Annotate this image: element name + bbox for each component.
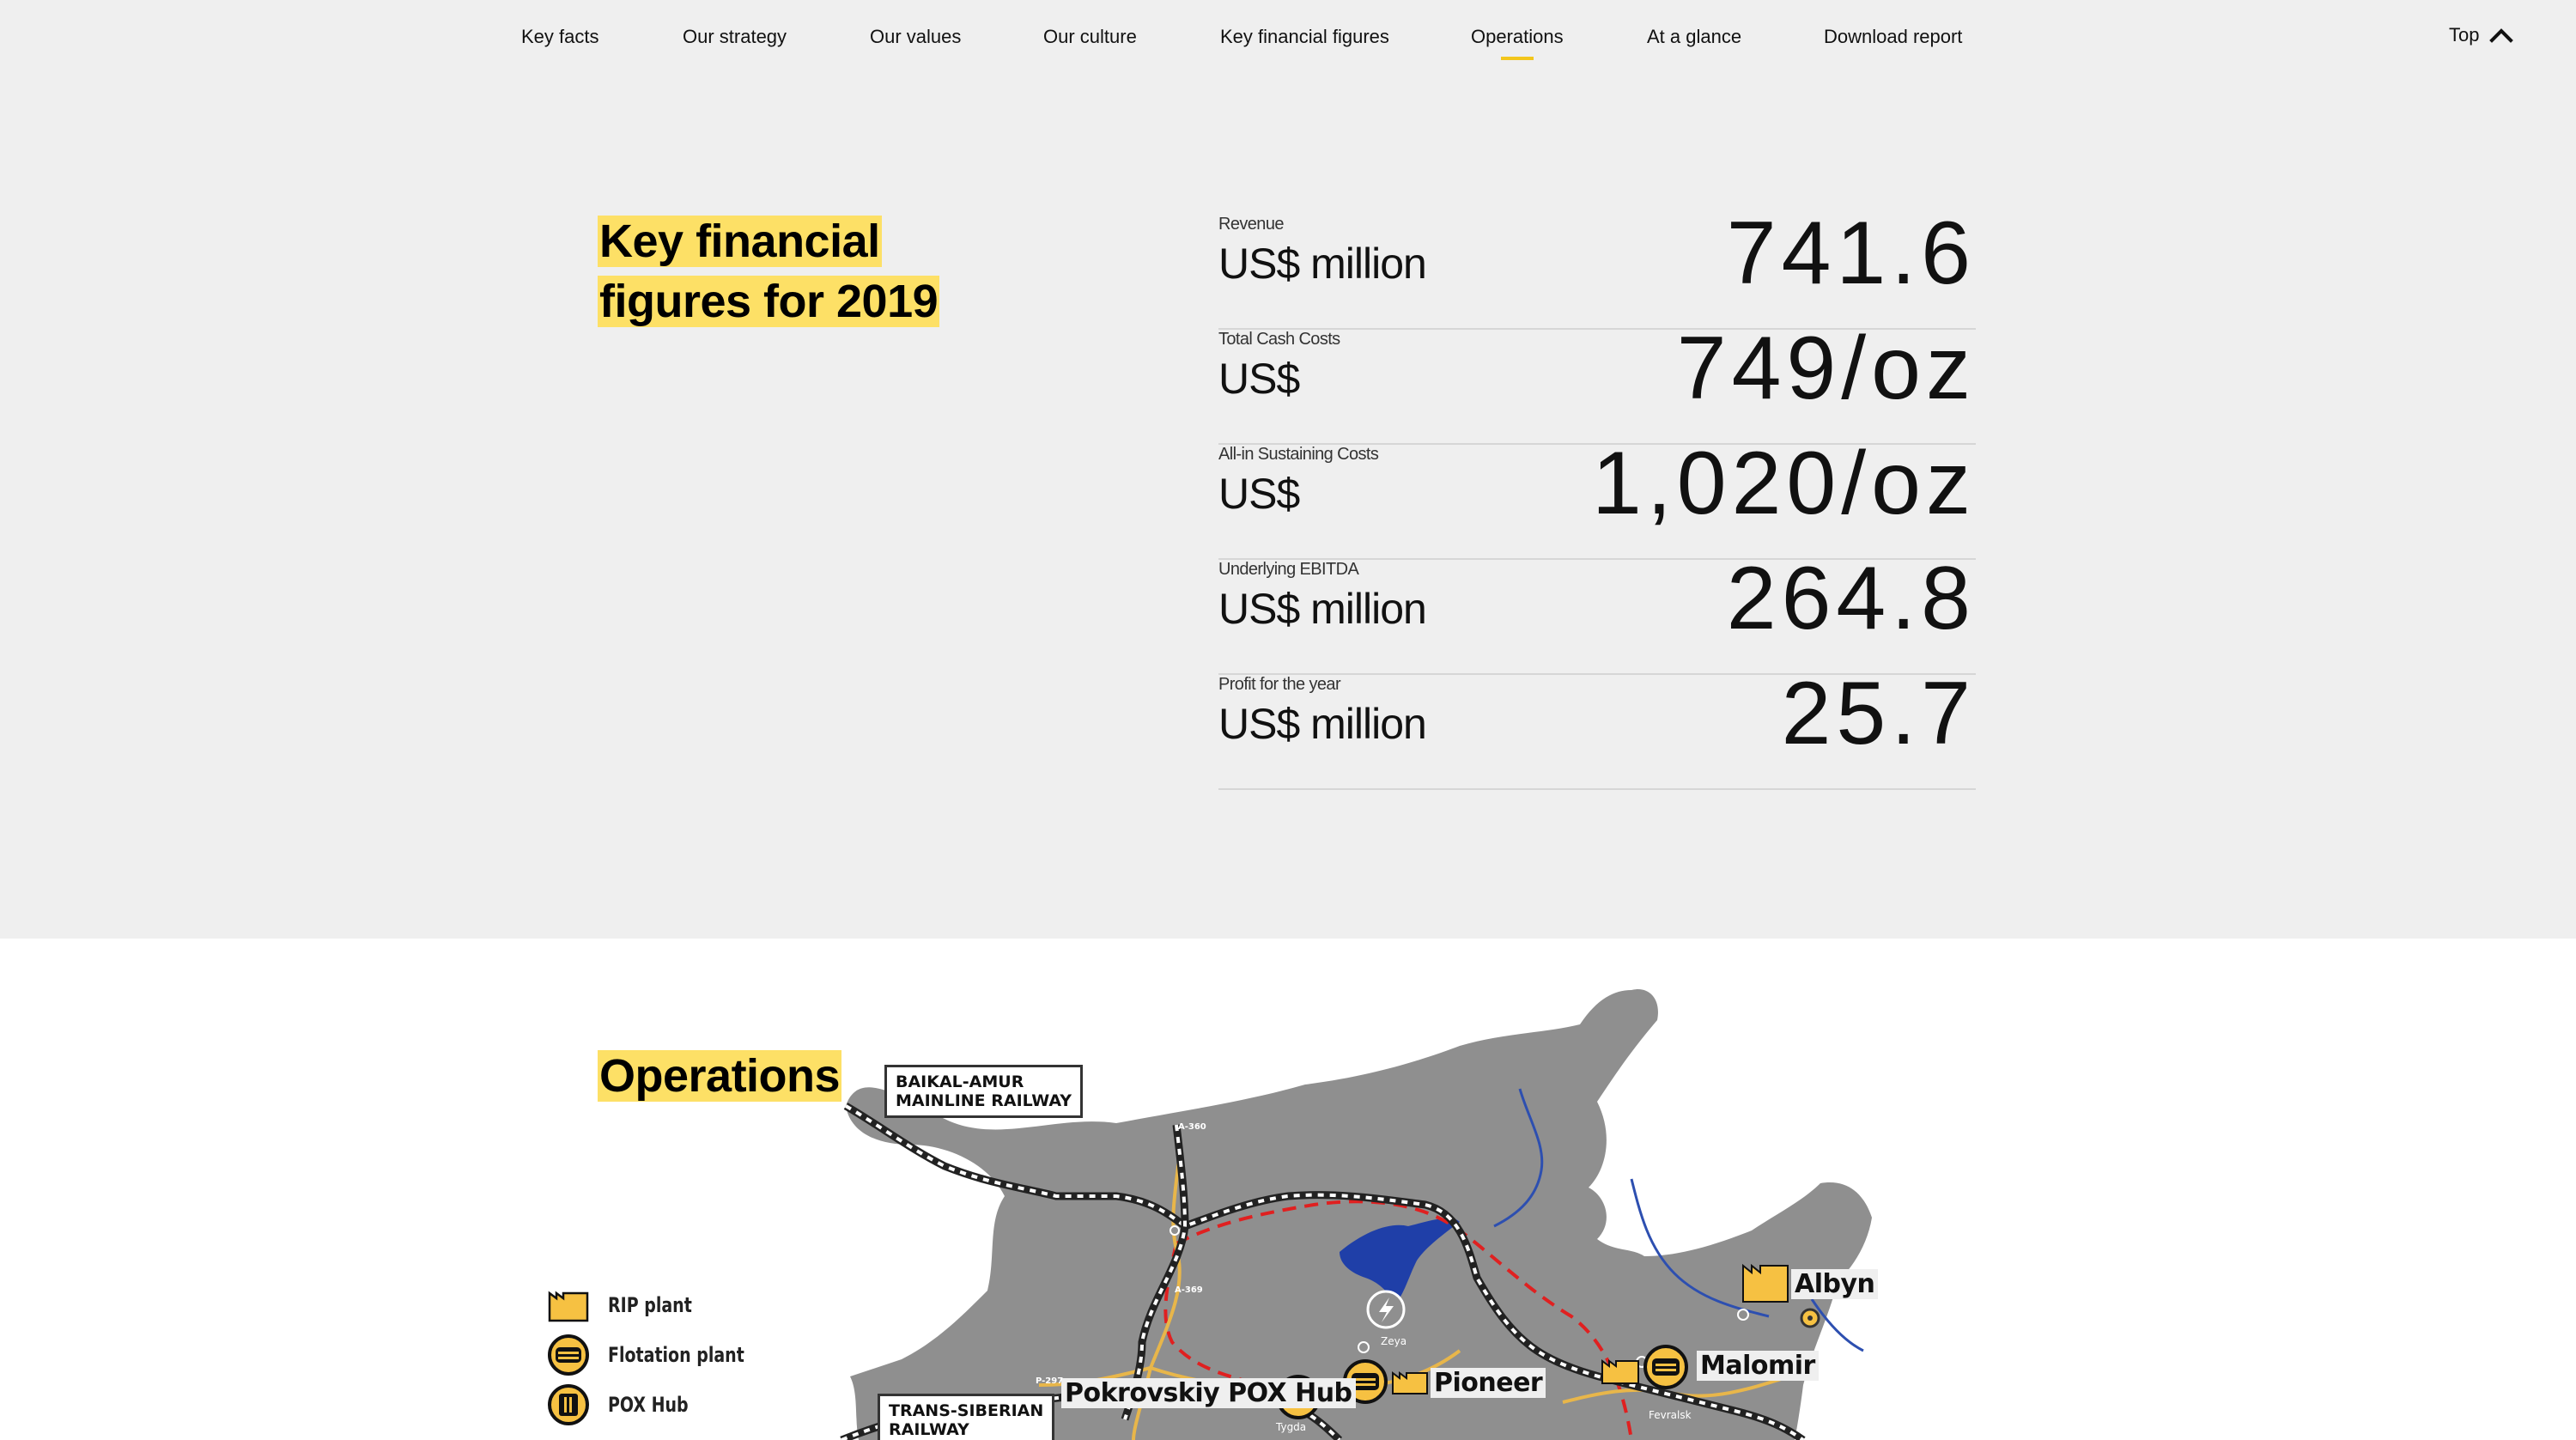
malomir-label: Malomir <box>1697 1351 1819 1381</box>
town-label-tygda: Tygda <box>1276 1421 1307 1433</box>
nav-item-our-values[interactable]: Our values <box>870 26 961 48</box>
metric-value: 25.7 <box>1781 664 1976 763</box>
metric-unit: US$ <box>1218 355 1300 403</box>
metric-label: Underlying EBITDA <box>1218 560 1359 579</box>
key-financial-figures-section: Key financial figures for 2019 Revenue U… <box>0 77 2576 939</box>
legend-label: POX Hub <box>608 1393 689 1417</box>
nav-item-key-facts[interactable]: Key facts <box>521 26 598 48</box>
chevron-up-icon <box>2489 28 2514 43</box>
metric-value: 1,020/oz <box>1592 434 1976 533</box>
town-dot <box>1737 1309 1749 1321</box>
metric-label: Total Cash Costs <box>1218 330 1340 349</box>
town-label-zeya: Zeya <box>1381 1335 1407 1347</box>
back-to-top-button[interactable]: Top <box>2449 24 2514 46</box>
title-line-2: figures for 2019 <box>598 276 940 327</box>
trans-siberian-railway-label: TRANS-SIBERIAN RAILWAY <box>878 1394 1055 1440</box>
back-to-top-label: Top <box>2449 24 2480 46</box>
metric-label: Revenue <box>1218 215 1284 234</box>
nav-item-operations[interactable]: Operations <box>1471 26 1564 48</box>
metric-label: Profit for the year <box>1218 675 1341 694</box>
metric-label: All-in Sustaining Costs <box>1218 445 1379 464</box>
metric-underlying-ebitda: Underlying EBITDA US$ million 264.8 <box>1218 549 1976 675</box>
metric-profit-for-the-year: Profit for the year US$ million 25.7 <box>1218 664 1976 790</box>
pokrovskiy-pox-hub-label: Pokrovskiy POX Hub <box>1061 1378 1356 1408</box>
malomir-rip-plant-icon <box>1601 1359 1639 1384</box>
site-dot <box>1807 1315 1813 1321</box>
town-label-fevralsk: Fevralsk <box>1649 1409 1692 1421</box>
operations-title: Operations <box>598 1046 842 1106</box>
pox-hub-icon <box>548 1384 589 1425</box>
ts-line-2: RAILWAY <box>889 1420 969 1439</box>
bam-line-2: MAINLINE RAILWAY <box>896 1091 1072 1110</box>
metric-value: 264.8 <box>1726 549 1976 648</box>
road-label-a360: A-360 <box>1178 1122 1206 1132</box>
operations-section: Operations BAIKAL-AMUR MAINLINE RAILWAY … <box>0 939 2576 1440</box>
road-label-a369: A-369 <box>1175 1285 1203 1295</box>
title-line-1: Key financial <box>598 216 882 267</box>
nav-item-at-a-glance[interactable]: At a glance <box>1647 26 1741 48</box>
nav-item-our-culture[interactable]: Our culture <box>1043 26 1137 48</box>
metric-revenue: Revenue US$ million 741.6 <box>1218 204 1976 330</box>
albyn-rip-plant-icon <box>1742 1263 1789 1303</box>
nav-item-our-strategy[interactable]: Our strategy <box>683 26 787 48</box>
legend-label: RIP plant <box>608 1293 692 1317</box>
town-dot <box>1170 1225 1180 1236</box>
map-legend: RIP plant Flotation plant POX Hub <box>546 1280 762 1430</box>
legend-label: Flotation plant <box>608 1343 744 1367</box>
top-navigation: Key facts Our strategy Our values Our cu… <box>0 0 2576 77</box>
metric-value: 741.6 <box>1726 204 1976 303</box>
nav-item-download-report[interactable]: Download report <box>1824 26 1962 48</box>
metric-unit: US$ million <box>1218 700 1427 748</box>
legend-item-rip-plant: RIP plant <box>546 1280 762 1330</box>
flotation-plant-icon <box>548 1334 589 1376</box>
key-financial-figures-title: Key financial figures for 2019 <box>598 211 993 331</box>
metric-value: 749/oz <box>1676 319 1976 418</box>
albyn-label: Albyn <box>1791 1269 1879 1299</box>
legend-item-pox-hub: POX Hub <box>546 1380 762 1430</box>
rip-plant-icon <box>548 1291 589 1322</box>
bam-line-1: BAIKAL-AMUR <box>896 1072 1024 1091</box>
nav-item-key-financial-figures[interactable]: Key financial figures <box>1220 26 1389 48</box>
legend-item-flotation-plant: Flotation plant <box>546 1330 762 1380</box>
pioneer-rip-plant-icon <box>1392 1371 1428 1394</box>
bam-railway-label: BAIKAL-AMUR MAINLINE RAILWAY <box>884 1065 1084 1118</box>
metrics-list: Revenue US$ million 741.6 Total Cash Cos… <box>1218 204 1976 790</box>
metric-total-cash-costs: Total Cash Costs US$ 749/oz <box>1218 319 1976 445</box>
pioneer-label: Pioneer <box>1431 1368 1546 1398</box>
metric-unit: US$ million <box>1218 585 1427 633</box>
metric-unit: US$ million <box>1218 240 1427 288</box>
ts-line-1: TRANS-SIBERIAN <box>889 1401 1044 1420</box>
metric-unit: US$ <box>1218 470 1300 518</box>
metric-all-in-sustaining-costs: All-in Sustaining Costs US$ 1,020/oz <box>1218 434 1976 560</box>
operations-title-text: Operations <box>598 1050 842 1102</box>
operations-map <box>840 989 1872 1440</box>
road-label-p297: P-297 <box>1036 1376 1064 1386</box>
town-dot-zeya <box>1358 1341 1370 1353</box>
